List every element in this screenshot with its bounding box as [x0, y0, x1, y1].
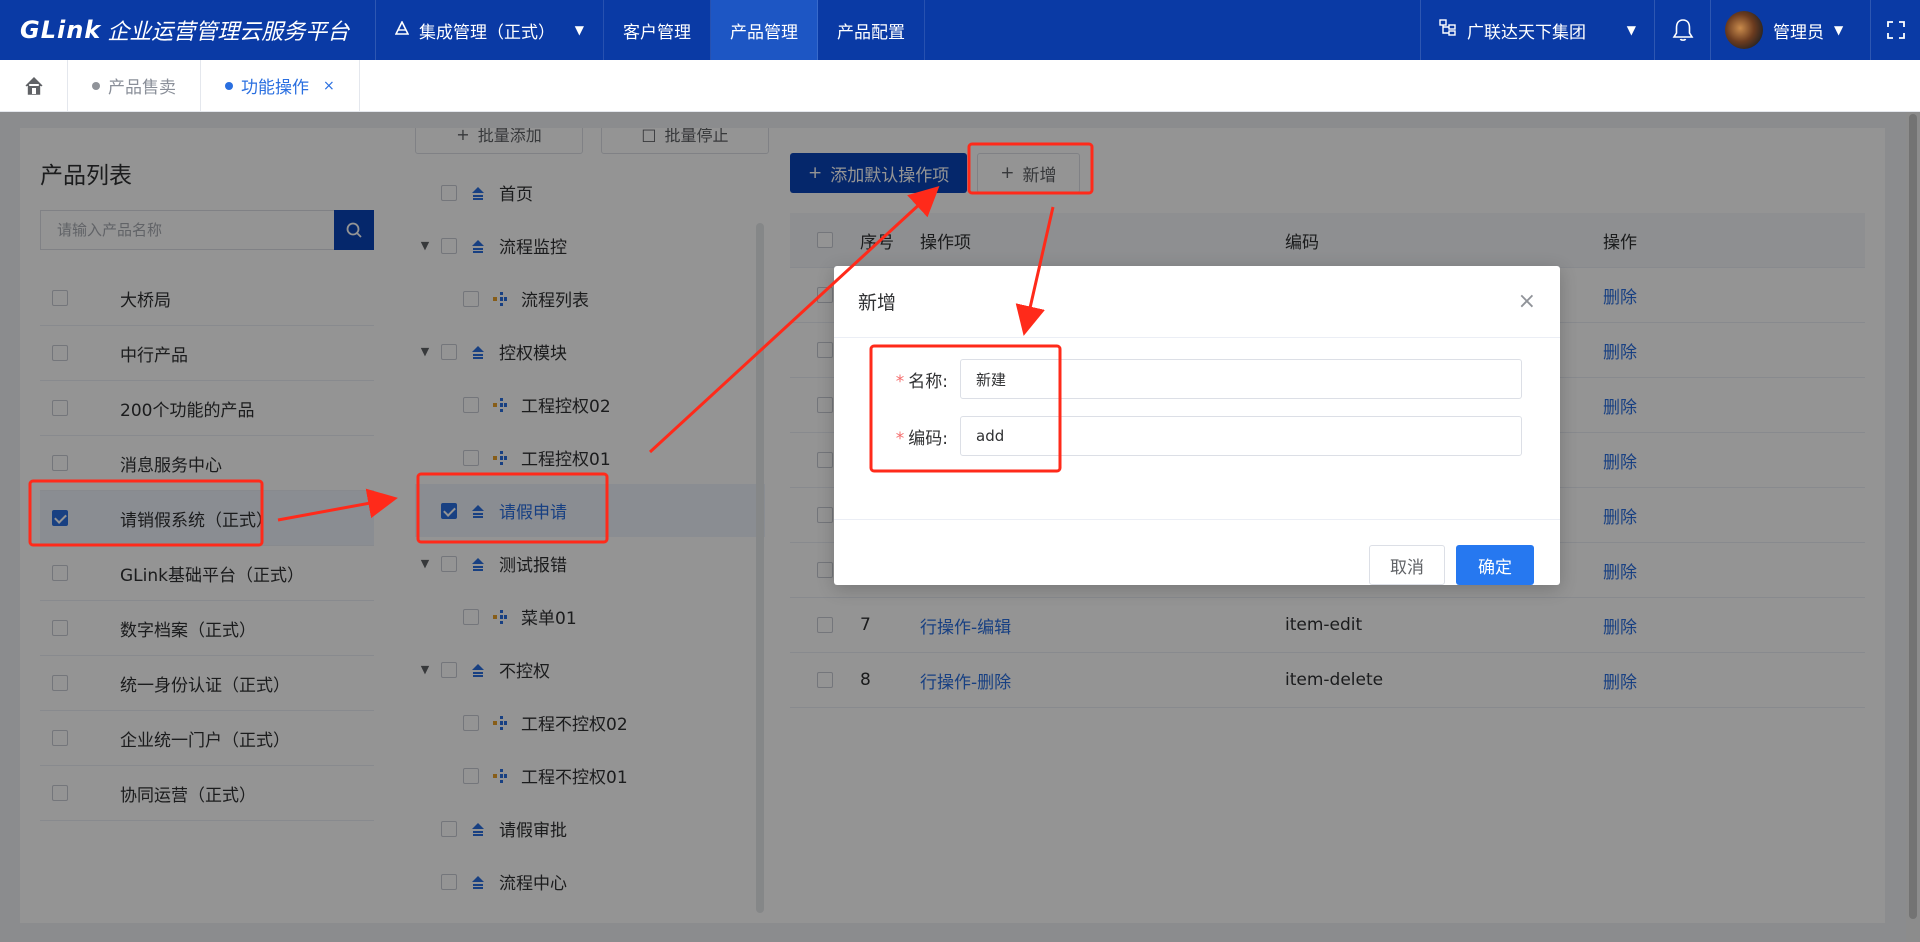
code-input[interactable] [960, 416, 1522, 456]
name-label: * 名称: [834, 367, 960, 392]
avatar [1725, 11, 1763, 49]
name-input[interactable] [960, 359, 1522, 399]
chevron-down-icon: ▼ [1626, 23, 1636, 37]
chevron-down-icon: ▼ [574, 23, 584, 37]
dialog-footer [834, 519, 1560, 585]
confirm-button[interactable]: 确定 [1456, 545, 1534, 585]
app-logo[interactable]: GLink 企业运营管理云服务平台 [0, 0, 376, 60]
code-label: * 编码: [834, 424, 960, 449]
home-icon [25, 76, 42, 95]
nav-product-config[interactable]: 产品配置 [818, 0, 925, 60]
page-tabs: 产品售卖 功能操作 × [0, 59, 1920, 112]
code-form-row: * 编码: [834, 416, 1522, 456]
org-tree-icon [1439, 18, 1457, 42]
system-selector[interactable]: 集成管理（正式） ▼ [376, 0, 604, 60]
code-label-text: 编码: [908, 428, 948, 449]
close-icon[interactable]: × [1518, 289, 1536, 314]
name-form-row: * 名称: [834, 359, 1522, 399]
nav-product-management[interactable]: 产品管理 [711, 0, 818, 60]
name-label-text: 名称: [908, 371, 948, 392]
user-menu[interactable]: 管理员 ▼ [1710, 0, 1870, 60]
bell-icon [1672, 19, 1693, 41]
dialog-header: 新增 × [834, 266, 1560, 338]
tab-label: 功能操作 [241, 78, 309, 98]
org-selector[interactable]: 广联达天下集团 ▼ [1420, 0, 1654, 60]
app-title: 企业运营管理云服务平台 [107, 20, 350, 45]
system-icon [394, 20, 410, 40]
dialog-title: 新增 [858, 292, 897, 314]
cancel-button[interactable]: 取消 [1369, 545, 1445, 585]
fullscreen-icon [1886, 21, 1905, 39]
chevron-down-icon: ▼ [1834, 23, 1844, 37]
org-name: 广联达天下集团 [1467, 22, 1586, 43]
home-tab[interactable] [0, 59, 68, 112]
user-name: 管理员 [1773, 22, 1824, 43]
required-mark: * [895, 428, 905, 449]
add-operation-dialog: 新增 × *名称: *编码: 取消 确定 [834, 266, 1560, 585]
tab-label: 产品售卖 [108, 78, 176, 98]
system-selector-label: 集成管理（正式） [419, 22, 555, 43]
tab-dot [225, 81, 233, 90]
tab-product-sales[interactable]: 产品售卖 [68, 59, 201, 112]
top-navbar: GLink 企业运营管理云服务平台 集成管理（正式） ▼ 客户管理 产品管理 产… [0, 0, 1920, 60]
notification-bell[interactable] [1654, 0, 1710, 60]
nav-customer-management[interactable]: 客户管理 [604, 0, 711, 60]
close-icon[interactable]: × [323, 78, 335, 94]
brand-name: GLink [20, 16, 102, 44]
tab-dot [92, 81, 100, 90]
required-mark: * [895, 371, 905, 392]
fullscreen-button[interactable] [1870, 0, 1920, 60]
tab-function-operations[interactable]: 功能操作 × [201, 59, 360, 112]
